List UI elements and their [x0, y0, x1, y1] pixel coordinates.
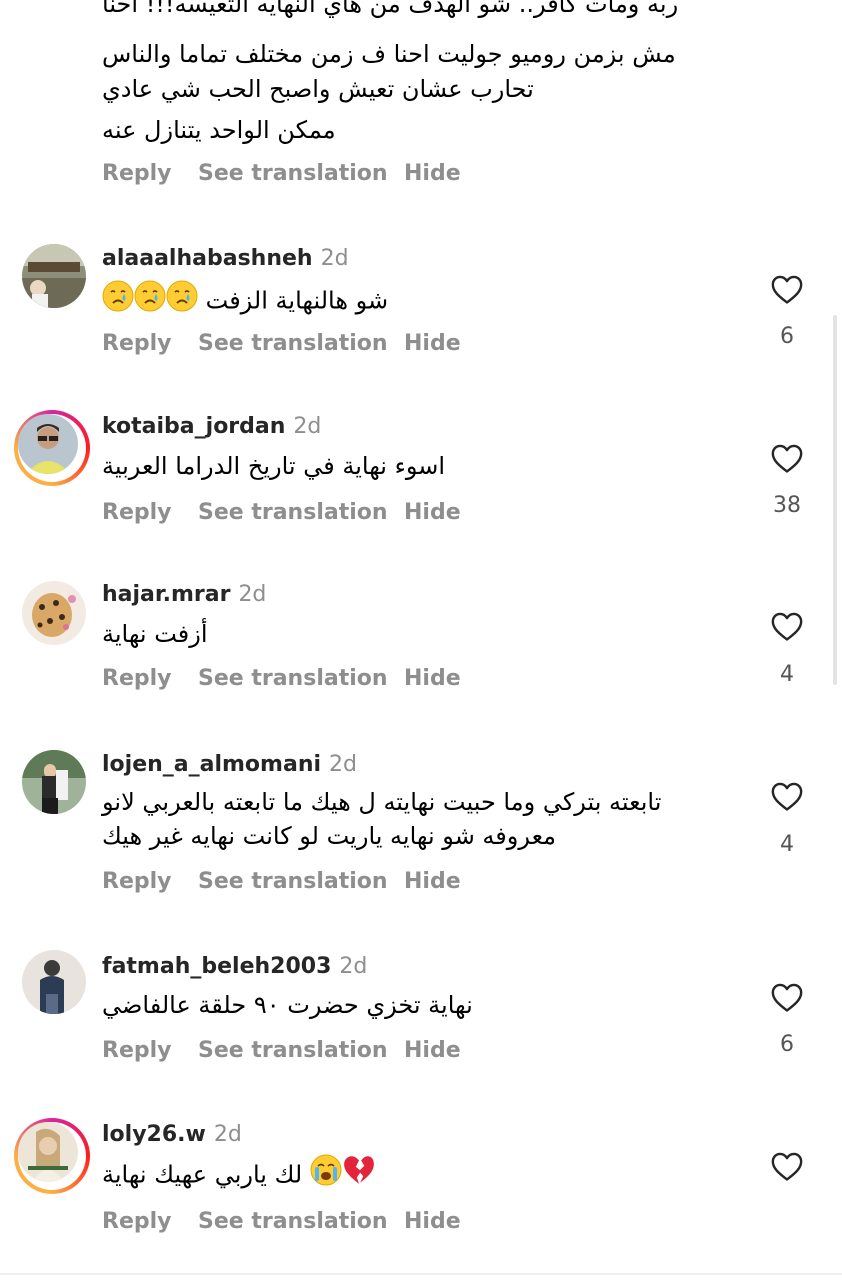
avatar-image [22, 244, 86, 308]
comment-text: اسوء نهاية في تاريخ الدراما العربية [102, 452, 446, 480]
comment-item: kotaiba_jordan 2d اسوء نهاية في تاريخ الد… [0, 410, 842, 540]
timestamp: 2d [238, 582, 267, 607]
username[interactable]: kotaiba_jordan [102, 414, 285, 439]
hide-button[interactable]: Hide [404, 161, 461, 186]
comment-text: لك يا‌ربي عهيك نهاية [102, 1154, 742, 1194]
avatar-image [22, 750, 86, 814]
comment-meta: hajar.mrar 2d [102, 582, 266, 607]
hide-button[interactable]: Hide [404, 1038, 461, 1063]
partial-comment: ربه ومات كافر.. شو الهدف من هاي النهايه … [0, 0, 842, 200]
comment-text: شو هالنهاية الزفت [102, 280, 742, 320]
reply-button[interactable]: Reply [102, 1038, 172, 1063]
reply-button[interactable]: Reply [102, 331, 172, 356]
comment-item: loly26.w 2d لك يا‌ربي عهيك نهاية Reply Se… [0, 1118, 842, 1248]
heart-icon[interactable] [770, 1150, 804, 1182]
comment-text-line: تابعته بتركي وما حبيت نهايته ل هيك ما تا… [102, 788, 662, 816]
comment-meta: kotaiba_jordan 2d [102, 414, 321, 439]
comment-text-line: ربه ومات كافر.. شو الهدف من هاي النهايه … [102, 0, 679, 18]
heart-icon[interactable] [770, 273, 804, 305]
heart-icon[interactable] [770, 442, 804, 474]
see-translation-button[interactable]: See translation [198, 869, 388, 894]
heart-icon[interactable] [770, 780, 804, 812]
avatar-image [18, 414, 78, 474]
timestamp: 2d [329, 752, 357, 777]
hide-button[interactable]: Hide [404, 331, 461, 356]
comment-meta: fatmah_beleh2003 2d [102, 954, 367, 979]
hide-button[interactable]: Hide [404, 869, 461, 894]
see-translation-button[interactable]: See translation [198, 1209, 388, 1234]
comment-meta: lojen_a_almomani 2d [102, 752, 357, 777]
comment-text-line: ممكن الواحد يتنازل عنه [102, 116, 336, 144]
comment-text: نهاية تخزي حضرت ٩٠ حلقة عالفاضي [102, 991, 473, 1019]
crying-face-icon [102, 280, 134, 323]
comment-item: alaaalhabashneh 2d شو هالنهاية الزفت Repl… [0, 240, 842, 370]
avatar[interactable] [22, 581, 86, 645]
loudly-crying-face-icon [310, 1154, 342, 1197]
comment-text-line: تحارب عشان تعيش واصبح الحب شي عادي [102, 75, 534, 103]
avatar-story-ring[interactable] [14, 1118, 90, 1194]
see-translation-button[interactable]: See translation [198, 1038, 388, 1063]
like-count: 4 [780, 662, 794, 687]
timestamp: 2d [213, 1122, 242, 1147]
timestamp: 2d [339, 954, 368, 979]
see-translation-button[interactable]: See translation [198, 500, 388, 525]
comment-item: lojen_a_almomani 2d تابعته بتركي وما حبيت… [0, 748, 842, 908]
crying-face-icon [166, 280, 198, 323]
reply-button[interactable]: Reply [102, 869, 172, 894]
like-count: 38 [773, 493, 801, 518]
crying-face-icon [134, 280, 166, 323]
see-translation-button[interactable]: See translation [198, 161, 388, 186]
like-count: 6 [780, 1032, 794, 1057]
reply-button[interactable]: Reply [102, 1209, 172, 1234]
heart-icon[interactable] [770, 610, 804, 642]
avatar-story-ring[interactable] [14, 410, 90, 486]
username[interactable]: lojen_a_almomani [102, 752, 321, 777]
hide-button[interactable]: Hide [404, 666, 461, 691]
broken-heart-icon [342, 1154, 376, 1197]
username[interactable]: fatmah_beleh2003 [102, 954, 331, 979]
see-translation-button[interactable]: See translation [198, 331, 388, 356]
username[interactable]: loly26.w [102, 1122, 206, 1147]
timestamp: 2d [320, 246, 349, 271]
heart-icon[interactable] [770, 981, 804, 1013]
hide-button[interactable]: Hide [404, 1209, 461, 1234]
comment-text-line: معروفه شو نهايه ياريت لو كانت نهايه غير … [102, 822, 557, 850]
comment-text-line: مش بزمن روميو جوليت احنا ف زمن مختلف تما… [102, 40, 676, 68]
avatar-image [22, 581, 86, 645]
avatar-image [18, 1122, 78, 1182]
comment-item: hajar.mrar 2d أزفت نهاية Reply See transl… [0, 578, 842, 708]
comment-text: أزفت نهاية [102, 620, 208, 648]
avatar[interactable] [22, 244, 86, 308]
divider [0, 1273, 842, 1275]
avatar-image [22, 950, 86, 1014]
avatar[interactable] [22, 950, 86, 1014]
avatar[interactable] [22, 750, 86, 814]
comment-item: fatmah_beleh2003 2d نهاية تخزي حضرت ٩٠ حل… [0, 950, 842, 1080]
reply-button[interactable]: Reply [102, 666, 172, 691]
username[interactable]: hajar.mrar [102, 582, 230, 607]
see-translation-button[interactable]: See translation [198, 666, 388, 691]
comment-meta: loly26.w 2d [102, 1122, 242, 1147]
username[interactable]: alaaalhabashneh [102, 246, 313, 271]
like-count: 6 [780, 324, 794, 349]
scrollbar[interactable] [833, 315, 837, 685]
like-count: 4 [780, 832, 794, 857]
reply-button[interactable]: Reply [102, 161, 172, 186]
comment-meta: alaaalhabashneh 2d [102, 246, 349, 271]
reply-button[interactable]: Reply [102, 500, 172, 525]
hide-button[interactable]: Hide [404, 500, 461, 525]
timestamp: 2d [293, 414, 322, 439]
